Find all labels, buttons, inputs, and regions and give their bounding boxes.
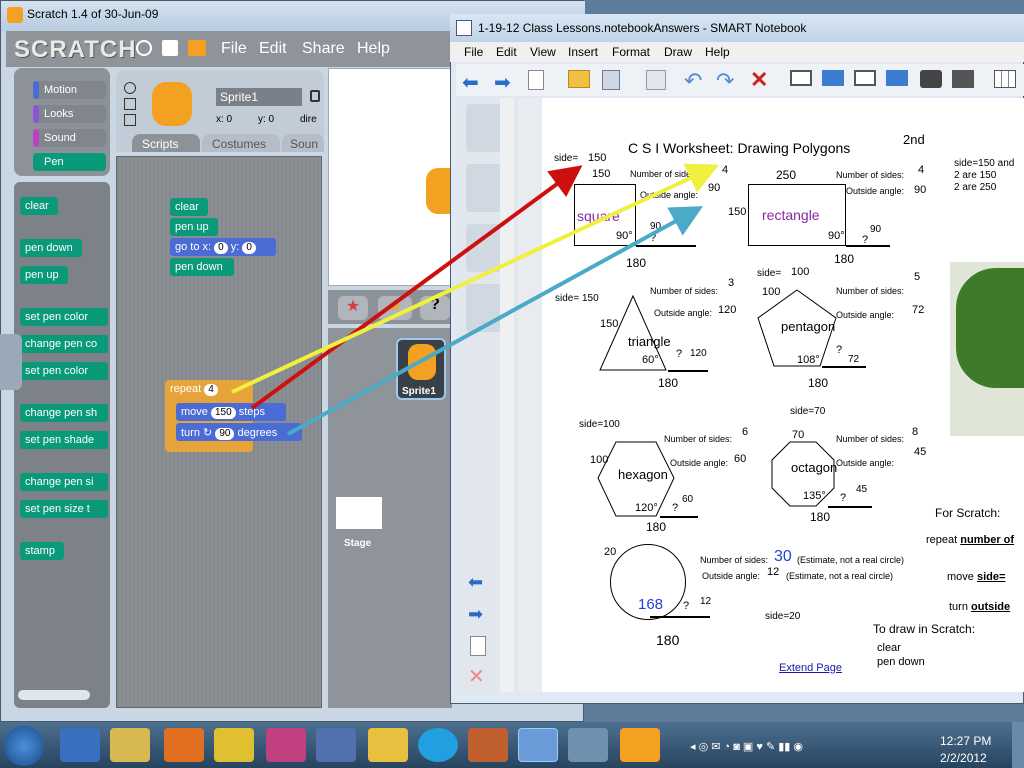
clock-date[interactable]: 2/2/2012: [940, 751, 987, 765]
taskbar-ie-icon[interactable]: [60, 728, 100, 762]
clock-time[interactable]: 12:27 PM: [940, 734, 991, 748]
start-button[interactable]: [4, 726, 44, 766]
taskbar-outlook-icon[interactable]: [368, 728, 408, 762]
system-tray[interactable]: ◂ ◎ ✉ ◔ ◙ ▣ ♥ ✎ ▮▮ ◉: [690, 740, 930, 754]
taskbar-skype-icon[interactable]: [418, 728, 458, 762]
taskbar-explorer-icon[interactable]: [110, 728, 150, 762]
taskbar-scratch-icon[interactable]: [620, 728, 660, 762]
red-arrow: [250, 165, 583, 410]
taskbar-house-icon[interactable]: [568, 728, 608, 762]
taskbar-notebook-icon[interactable]: [518, 728, 558, 762]
annotation-arrows: [231, 163, 720, 436]
taskbar-app-icon-2[interactable]: [468, 728, 508, 762]
taskbar-access-icon[interactable]: [266, 728, 306, 762]
taskbar-media-icon[interactable]: [164, 728, 204, 762]
blue-arrow: [287, 206, 704, 436]
yellow-arrow: [231, 163, 720, 394]
show-desktop-button[interactable]: [1012, 722, 1024, 768]
taskbar-book-icon[interactable]: [316, 728, 356, 762]
taskbar-app-icon-1[interactable]: [214, 728, 254, 762]
